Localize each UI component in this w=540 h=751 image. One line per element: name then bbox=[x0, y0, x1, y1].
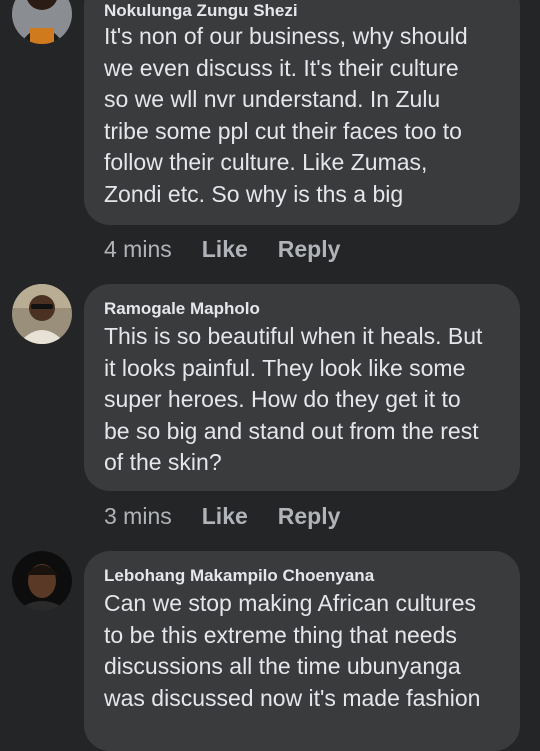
comment-text-line: super heroes. How do they get it to bbox=[104, 386, 461, 413]
comment-actions: 3 mins Like Reply bbox=[104, 503, 340, 530]
comment-text-line: we even discuss it. It's their culture bbox=[104, 54, 459, 81]
avatar[interactable] bbox=[12, 284, 72, 344]
comment-text-line: was discussed now it's made fashion bbox=[104, 684, 481, 711]
reply-button[interactable]: Reply bbox=[278, 236, 341, 263]
reply-button[interactable]: Reply bbox=[278, 503, 341, 530]
comment-text-line: Can we stop making African cultures bbox=[104, 590, 477, 616]
comment-author[interactable]: Lebohang Makampilo Choenyana bbox=[104, 566, 374, 586]
avatar[interactable] bbox=[12, 551, 72, 611]
comment-text-line: discussions all the time ubunyanga bbox=[104, 653, 461, 680]
comment-timestamp[interactable]: 4 mins bbox=[104, 236, 172, 263]
comment-author[interactable]: Ramogale Mapholo bbox=[104, 299, 260, 319]
comment-text-line: It's non of our business, why should bbox=[104, 23, 468, 49]
profile-photo-icon bbox=[12, 284, 72, 344]
comment-text-line: to be this extreme thing that needs bbox=[104, 621, 457, 648]
profile-photo-icon bbox=[12, 551, 72, 611]
comment-text-line: be so big and stand out from the rest bbox=[104, 417, 479, 444]
comment-text-line: it looks painful. They look like some bbox=[104, 354, 466, 381]
comment-text-line: Zondi etc. So why is ths a big bbox=[104, 180, 404, 207]
comment-actions: 4 mins Like Reply bbox=[104, 236, 340, 263]
profile-photo-icon bbox=[12, 0, 72, 44]
avatar[interactable] bbox=[12, 0, 72, 44]
comment-bubble: Nokulunga Zungu Shezi It's non of our bu… bbox=[84, 0, 520, 225]
comment-text-line: tribe some ppl cut their faces too to bbox=[104, 117, 462, 144]
comment-bubble: Lebohang Makampilo Choenyana Can we stop… bbox=[84, 551, 520, 751]
comment-author[interactable]: Nokulunga Zungu Shezi bbox=[104, 1, 298, 21]
comment-text-line: follow their culture. Like Zumas, bbox=[104, 149, 428, 176]
comment-bubble: Ramogale Mapholo This is so beautiful wh… bbox=[84, 284, 520, 491]
comment-timestamp[interactable]: 3 mins bbox=[104, 503, 172, 530]
comment-text-line: This is so beautiful when it heals. But bbox=[104, 323, 483, 349]
like-button[interactable]: Like bbox=[202, 503, 248, 530]
like-button[interactable]: Like bbox=[202, 236, 248, 263]
comment-text-line: of the skin? bbox=[104, 449, 222, 476]
comment-text-line: so we wll nvr understand. In Zulu bbox=[104, 86, 441, 113]
